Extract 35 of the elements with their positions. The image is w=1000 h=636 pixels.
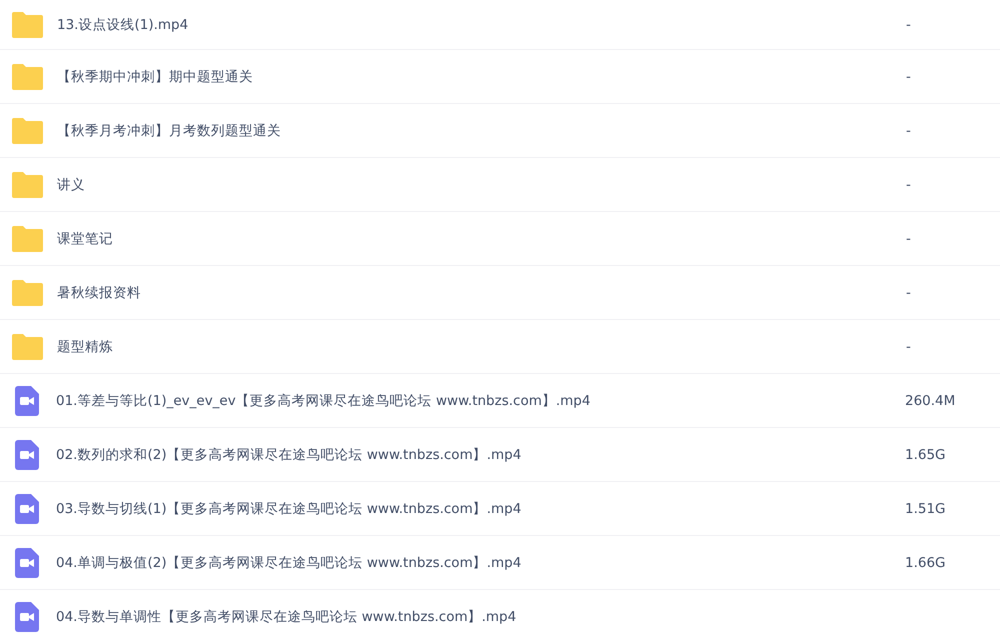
video-file-icon [15, 548, 39, 578]
folder-icon [12, 64, 43, 90]
file-size: - [906, 338, 911, 354]
folder-icon [12, 12, 43, 38]
file-name[interactable]: 【秋季月考冲刺】月考数列题型通关 [57, 122, 906, 140]
file-name[interactable]: 13.设点设线(1).mp4 [57, 16, 906, 34]
file-size: - [906, 68, 911, 84]
folder-icon [12, 118, 43, 144]
file-name[interactable]: 讲义 [57, 176, 906, 194]
file-name[interactable]: 【秋季期中冲刺】期中题型通关 [57, 68, 906, 86]
file-size: 1.51G [905, 500, 946, 516]
file-size: 1.66G [905, 554, 946, 570]
video-file-icon [15, 386, 39, 416]
file-size: - [906, 230, 911, 246]
file-name[interactable]: 01.等差与等比(1)_ev_ev_ev【更多高考网课尽在途鸟吧论坛 www.tnbzs.com】.mp4 [56, 392, 905, 410]
video-file-icon [15, 494, 39, 524]
folder-icon [12, 172, 43, 198]
file-name[interactable]: 04.单调与极值(2)【更多高考网课尽在途鸟吧论坛 www.tnbzs.com】.mp4 [56, 554, 905, 572]
file-name[interactable]: 04.导数与单调性【更多高考网课尽在途鸟吧论坛 www.tnbzs.com】.mp4 [56, 608, 905, 626]
file-size: 1.65G [905, 446, 946, 462]
file-name[interactable]: 暑秋续报资料 [57, 284, 906, 302]
file-name[interactable]: 题型精炼 [57, 338, 906, 356]
file-size: 260.4M [905, 392, 956, 408]
video-file-icon [15, 440, 39, 470]
file-name[interactable]: 03.导数与切线(1)【更多高考网课尽在途鸟吧论坛 www.tnbzs.com】.mp4 [56, 500, 905, 518]
folder-icon [12, 226, 43, 252]
file-name[interactable]: 02.数列的求和(2)【更多高考网课尽在途鸟吧论坛 www.tnbzs.com】.mp4 [56, 446, 905, 464]
folder-icon [12, 280, 43, 306]
file-size: - [906, 176, 911, 192]
file-size: - [906, 122, 911, 138]
file-size: - [906, 16, 911, 32]
video-file-icon [15, 602, 39, 632]
file-size: - [906, 284, 911, 300]
file-name[interactable]: 课堂笔记 [57, 230, 906, 248]
folder-icon [12, 334, 43, 360]
